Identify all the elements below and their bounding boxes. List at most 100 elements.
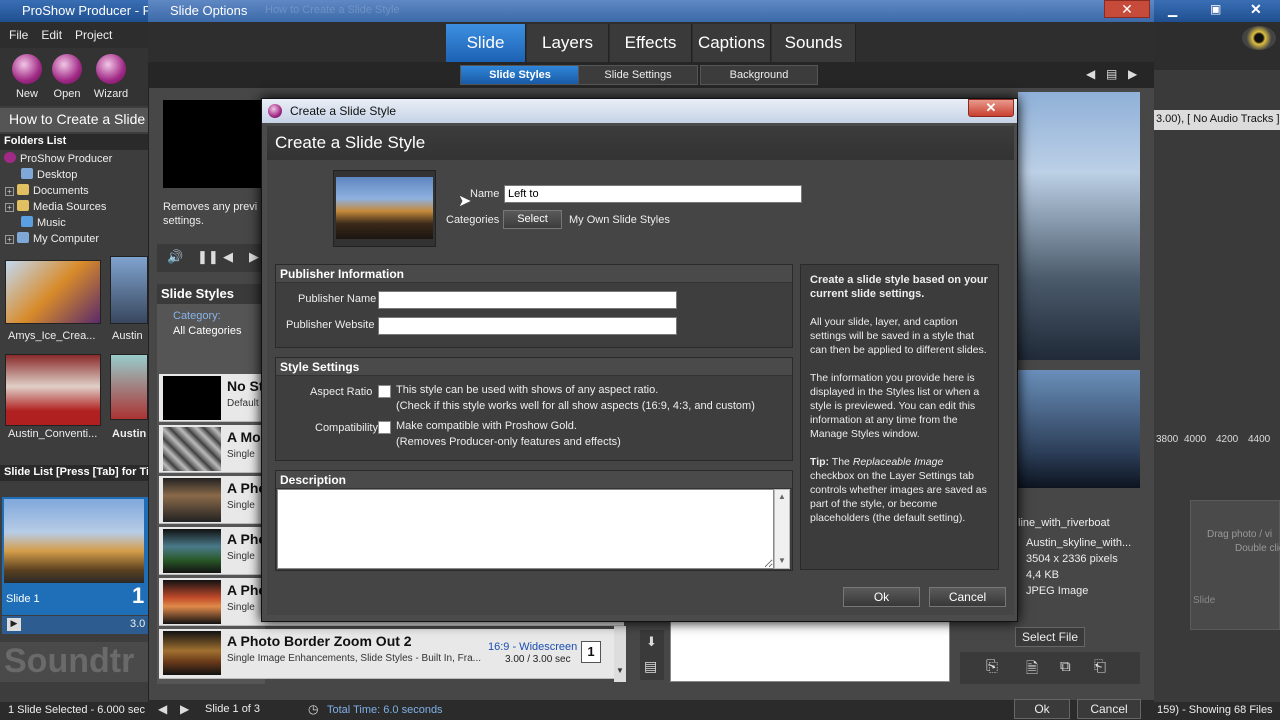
name-input[interactable] xyxy=(504,185,802,203)
play-icon[interactable]: ▶ xyxy=(7,618,21,631)
file-thumbnail[interactable] xyxy=(110,354,148,420)
empty-slide-slot[interactable]: Drag photo / vi Double click Slide xyxy=(1190,500,1280,630)
menu-edit[interactable]: Edit xyxy=(32,22,66,42)
desktop-icon xyxy=(21,168,33,179)
close-icon: ✕ xyxy=(1121,1,1133,17)
folder-my-computer[interactable]: + My Computer xyxy=(5,232,99,245)
compatibility-checkbox[interactable] xyxy=(378,421,391,434)
category-value[interactable]: All Categories xyxy=(173,325,241,337)
layer-copy-icon[interactable]: ⧉ xyxy=(1060,658,1071,675)
publisher-name-input[interactable] xyxy=(378,291,677,309)
layer-paste-icon[interactable]: ⎗ xyxy=(1094,658,1106,675)
slide-styles-header: Slide Styles xyxy=(157,284,265,304)
layer-photo-thumbnail[interactable] xyxy=(1018,370,1140,488)
style-thumbnail-image xyxy=(336,177,433,239)
slide-duration: 3.0 xyxy=(130,618,146,630)
expand-icon[interactable]: + xyxy=(5,203,14,212)
pause-icon[interactable]: ❚❚ xyxy=(197,249,219,265)
wizard-button[interactable]: Wizard xyxy=(88,54,134,100)
publisher-website-input[interactable] xyxy=(378,317,677,335)
folder-label: My Computer xyxy=(33,233,100,245)
slide-controls: ▶ 3.0 xyxy=(2,616,148,634)
slide-1[interactable]: Slide 1 1 xyxy=(2,497,148,615)
dialog-window-title: Create a Slide Style xyxy=(290,104,397,118)
subtab-slide-styles[interactable]: Slide Styles xyxy=(460,65,580,85)
dialog-ok-button[interactable]: Ok xyxy=(843,587,920,607)
layer-edit-icon[interactable]: 🗎 xyxy=(1026,658,1038,683)
maximize-icon[interactable]: ▣ xyxy=(1210,2,1221,16)
file-thumbnail-label: Amys_Ice_Crea... xyxy=(8,330,96,342)
arrow-down-icon[interactable]: ⬇ xyxy=(646,634,657,650)
tab-captions[interactable]: Captions xyxy=(693,24,771,62)
styles-scrollbar[interactable]: ▼ xyxy=(614,626,626,682)
menu-file[interactable]: File xyxy=(0,22,32,42)
select-category-button[interactable]: Select xyxy=(503,210,562,229)
volume-icon[interactable]: 🔊 xyxy=(167,249,183,265)
slide-thumbnail xyxy=(4,499,144,583)
categories-value: My Own Slide Styles xyxy=(569,214,670,226)
folder-label: Music xyxy=(37,217,66,229)
prev-arrow-icon[interactable]: ◀ xyxy=(158,702,167,716)
tab-layers[interactable]: Layers xyxy=(527,24,609,62)
soundtrack-bar[interactable]: Soundtr xyxy=(0,642,148,682)
menu-project[interactable]: Project xyxy=(66,22,116,42)
slide-options-close-button[interactable]: ✕ xyxy=(1104,0,1150,18)
tab-effects[interactable]: Effects xyxy=(610,24,692,62)
style-description: Removes any previ settings. xyxy=(163,200,263,240)
aspect-ratio-checkbox[interactable] xyxy=(378,385,391,398)
style-sub: Default xyxy=(227,398,259,409)
file-thumbnail[interactable] xyxy=(5,260,101,324)
manage-icon[interactable]: ▤ xyxy=(644,658,657,675)
subtab-background[interactable]: Background xyxy=(700,65,818,85)
open-button[interactable]: Open xyxy=(44,54,90,100)
publisher-name-label: Publisher Name xyxy=(298,293,377,305)
categories-label: Categories xyxy=(446,214,500,226)
style-thumbnail xyxy=(163,376,221,420)
slide-options-cancel-button[interactable]: Cancel xyxy=(1077,699,1141,719)
previous-slide-icon[interactable]: ◀ xyxy=(1086,67,1095,81)
style-row[interactable]: A Photo Border Zoom Out 2 Single Image E… xyxy=(159,629,624,679)
close-icon[interactable]: ✕ xyxy=(1250,1,1262,18)
audio-status: 3.00), [ No Audio Tracks ] xyxy=(1154,110,1280,130)
subtab-slide-settings[interactable]: Slide Settings xyxy=(578,65,698,85)
music-icon xyxy=(21,216,33,227)
layer-add-icon[interactable]: ⎘ xyxy=(986,658,998,675)
minimize-icon[interactable]: ▁ xyxy=(1168,3,1177,17)
expand-icon[interactable]: + xyxy=(5,187,14,196)
folder-desktop[interactable]: Desktop xyxy=(21,168,77,181)
scroll-down-icon[interactable]: ▼ xyxy=(778,556,786,565)
eye-icon[interactable] xyxy=(1242,26,1276,50)
dialog-close-button[interactable]: ✕ xyxy=(968,99,1014,117)
clock-icon: ◷ xyxy=(308,702,319,716)
select-file-button[interactable]: Select File xyxy=(1015,627,1085,647)
folder-media-sources[interactable]: + Media Sources xyxy=(5,200,106,213)
scroll-down-icon[interactable]: ▼ xyxy=(616,666,624,675)
file-thumbnail[interactable] xyxy=(110,256,148,324)
expand-icon[interactable]: + xyxy=(5,235,14,244)
wizard-label: Wizard xyxy=(93,88,129,100)
next-slide-icon[interactable]: ▶ xyxy=(1128,67,1137,81)
description-textarea[interactable] xyxy=(277,489,774,569)
style-name: A Mo xyxy=(227,429,261,445)
folder-music[interactable]: Music xyxy=(21,216,66,229)
scroll-up-icon[interactable]: ▲ xyxy=(778,492,786,501)
next-arrow-icon[interactable]: ▶ xyxy=(180,702,189,716)
tab-sounds[interactable]: Sounds xyxy=(772,24,856,62)
publisher-website-label: Publisher Website xyxy=(286,319,375,331)
style-sub: Single xyxy=(227,500,255,511)
main-window-controls: ▁ ▣ ✕ xyxy=(1154,0,1280,22)
description-scrollbar[interactable]: ▲ ▼ xyxy=(774,489,790,569)
aspect-ratio-hint: (Check if this style works well for all … xyxy=(396,400,755,412)
folder-documents[interactable]: + Documents xyxy=(5,184,89,197)
folder-label: Media Sources xyxy=(33,201,107,213)
dialog-title-bar: Create a Slide Style xyxy=(262,99,1017,123)
forward-icon[interactable]: ▶ xyxy=(249,249,259,265)
file-thumbnail[interactable] xyxy=(5,354,101,426)
slide-list-icon[interactable]: ▤ xyxy=(1106,67,1117,81)
slide-options-ok-button[interactable]: Ok xyxy=(1014,699,1070,719)
status-bar-right: 159) - Showing 68 Files xyxy=(1154,702,1280,720)
dialog-cancel-button[interactable]: Cancel xyxy=(929,587,1006,607)
tab-slide[interactable]: Slide xyxy=(446,24,526,62)
back-icon[interactable]: ◀ xyxy=(223,249,233,265)
folder-proshow[interactable]: ProShow Producer xyxy=(4,152,112,165)
